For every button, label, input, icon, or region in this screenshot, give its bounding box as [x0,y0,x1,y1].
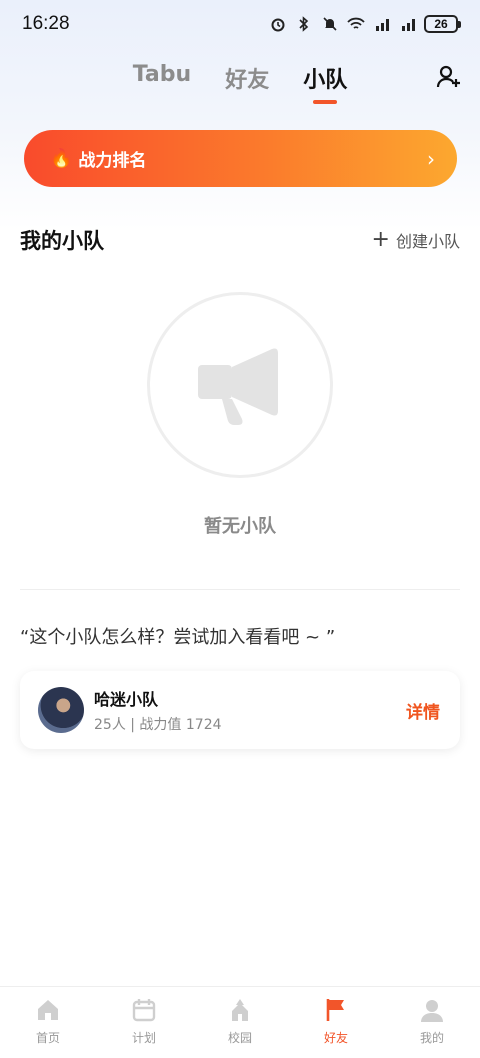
battery-indicator: 26 [424,15,461,33]
tab-bar: Tabu 好友 小队 [0,56,480,104]
nav-label: 校园 [227,1031,252,1045]
divider [20,589,460,590]
signal-4g-icon [372,16,392,32]
mute-icon [320,16,340,32]
add-user-icon[interactable] [436,64,462,90]
campus-icon [232,999,248,1021]
profile-icon [421,1000,443,1022]
suggested-team-card[interactable]: 哈迷小队 25人 | 战力值 1724 详情 [20,671,460,749]
megaphone-icon [198,348,278,425]
my-team-header: 我的小队 + 创建小队 [20,222,460,258]
ranking-banner[interactable]: 🔥 战力排名 › [24,130,457,187]
home-icon [38,1000,58,1020]
team-name: 哈迷小队 [94,690,159,709]
header: Tabu 好友 小队 [0,56,480,106]
nav-item-campus[interactable]: 校园 [205,997,275,1046]
nav-item-friends[interactable]: 好友 [301,997,371,1046]
wifi-icon [346,16,366,32]
nav-item-home[interactable]: 首页 [13,997,83,1046]
status-bar: 16:28 26 [0,0,480,48]
bottom-nav: 首页 计划 校园 好友 我的 [0,986,480,1058]
nav-label: 首页 [35,1031,60,1045]
tab-tabu[interactable]: Tabu [131,56,193,100]
team-detail-button[interactable]: 详情 [406,698,440,723]
team-avatar [38,687,84,733]
empty-state-text: 暂无小队 [204,516,276,537]
signal-4g-icon [398,16,418,32]
tab-label: Tabu [132,62,192,87]
chevron-right-icon: › [427,146,435,171]
status-icons: 26 [268,15,461,33]
status-time: 16:28 [22,13,70,34]
create-team-button[interactable]: + 创建小队 [372,228,460,252]
nav-item-profile[interactable]: 我的 [397,997,467,1046]
empty-state-illustration [147,292,333,478]
nav-item-plan[interactable]: 计划 [109,997,179,1046]
tab-label: 小队 [303,68,348,93]
tab-friends[interactable]: 好友 [223,56,271,100]
flag-icon [326,999,344,1021]
team-info: 哈迷小队 25人 | 战力值 1724 [94,686,406,734]
nav-label: 我的 [419,1031,444,1045]
calendar-icon [132,999,156,1022]
bluetooth-icon [294,16,314,32]
nav-label: 好友 [323,1031,348,1045]
section-title: 我的小队 [20,229,104,253]
team-meta: 25人 | 战力值 1724 [94,717,222,733]
tab-team[interactable]: 小队 [301,56,349,104]
active-tab-indicator [313,100,338,104]
alarm-icon [268,16,288,32]
banner-title: 战力排名 [78,151,147,171]
create-team-label: 创建小队 [395,232,460,251]
nav-label: 计划 [131,1031,156,1045]
plus-icon: + [371,227,390,252]
suggestion-text: “这个小队怎么样？尝试加入看看吧 ~ ” [20,627,336,648]
tab-label: 好友 [225,68,270,93]
fire-icon: 🔥 [50,148,73,169]
